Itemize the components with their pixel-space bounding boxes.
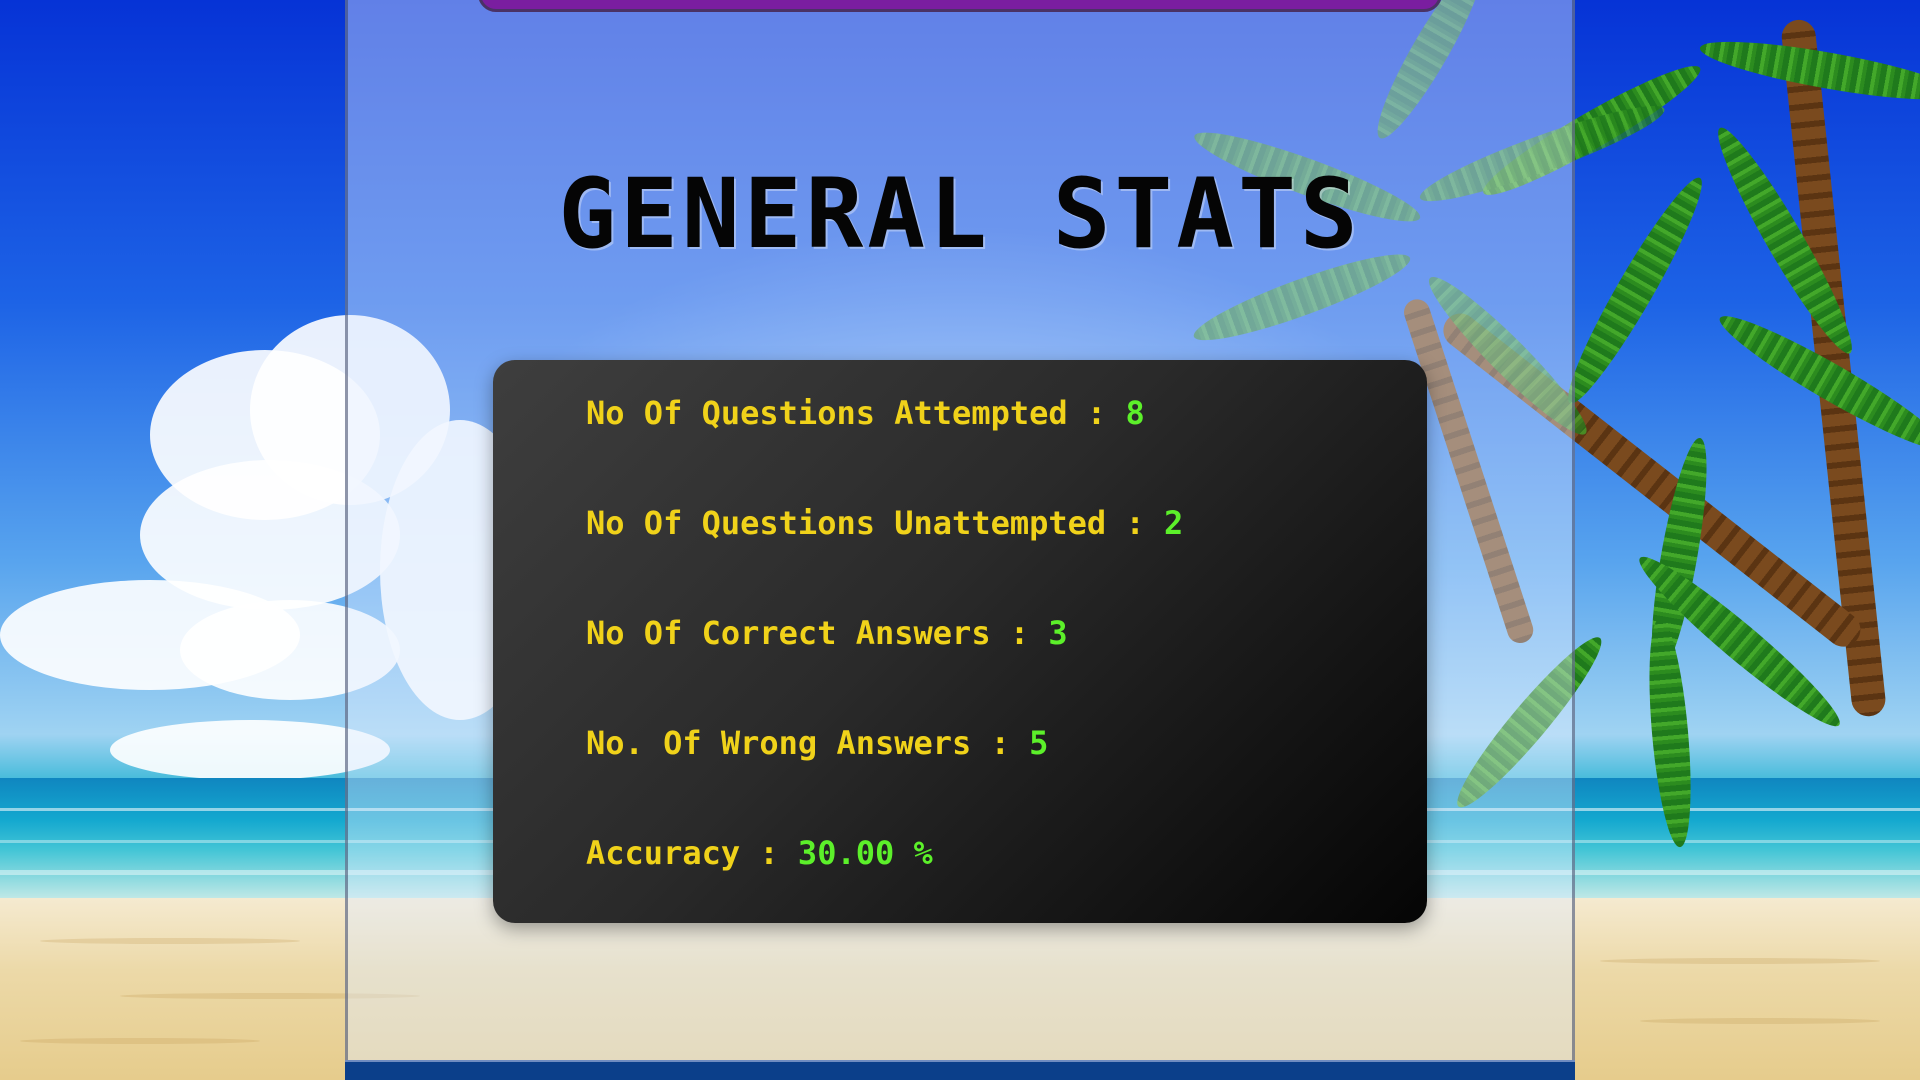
stat-unattempted: No Of Questions Unattempted : 2 bbox=[586, 504, 1183, 542]
sand-ripple bbox=[1600, 958, 1880, 964]
stat-accuracy: Accuracy : 30.00 % bbox=[586, 834, 933, 872]
stat-value: 8 bbox=[1125, 394, 1145, 432]
sand-ripple bbox=[1640, 1018, 1880, 1024]
bottom-bar bbox=[345, 1060, 1575, 1080]
stats-card: No Of Questions Attempted : 8 No Of Ques… bbox=[493, 360, 1427, 923]
stat-label: No Of Questions Attempted bbox=[586, 394, 1068, 432]
stat-label: No Of Correct Answers bbox=[586, 614, 991, 652]
stat-separator: : bbox=[1009, 614, 1030, 652]
stat-separator: : bbox=[990, 724, 1010, 762]
beach-background: GENERAL STATS No Of Questions Attempted … bbox=[0, 0, 1920, 1080]
stat-value: 30.00 % bbox=[797, 834, 933, 872]
stat-value: 3 bbox=[1048, 614, 1068, 652]
sand-ripple bbox=[20, 1038, 260, 1044]
top-bar bbox=[478, 0, 1442, 12]
stat-correct: No Of Correct Answers : 3 bbox=[586, 614, 1068, 652]
stat-label: No. Of Wrong Answers bbox=[586, 724, 972, 762]
stat-separator: : bbox=[759, 834, 779, 872]
stat-separator: : bbox=[1086, 394, 1107, 432]
page-title: GENERAL STATS bbox=[558, 158, 1362, 270]
stat-label: No Of Questions Unattempted bbox=[586, 504, 1107, 542]
stat-separator: : bbox=[1125, 504, 1145, 542]
stat-value: 5 bbox=[1029, 724, 1049, 762]
sand-ripple bbox=[40, 938, 300, 944]
stat-wrong: No. Of Wrong Answers : 5 bbox=[586, 724, 1048, 762]
stat-label: Accuracy bbox=[586, 834, 741, 872]
stat-value: 2 bbox=[1163, 504, 1184, 542]
stat-attempted: No Of Questions Attempted : 8 bbox=[586, 394, 1145, 432]
